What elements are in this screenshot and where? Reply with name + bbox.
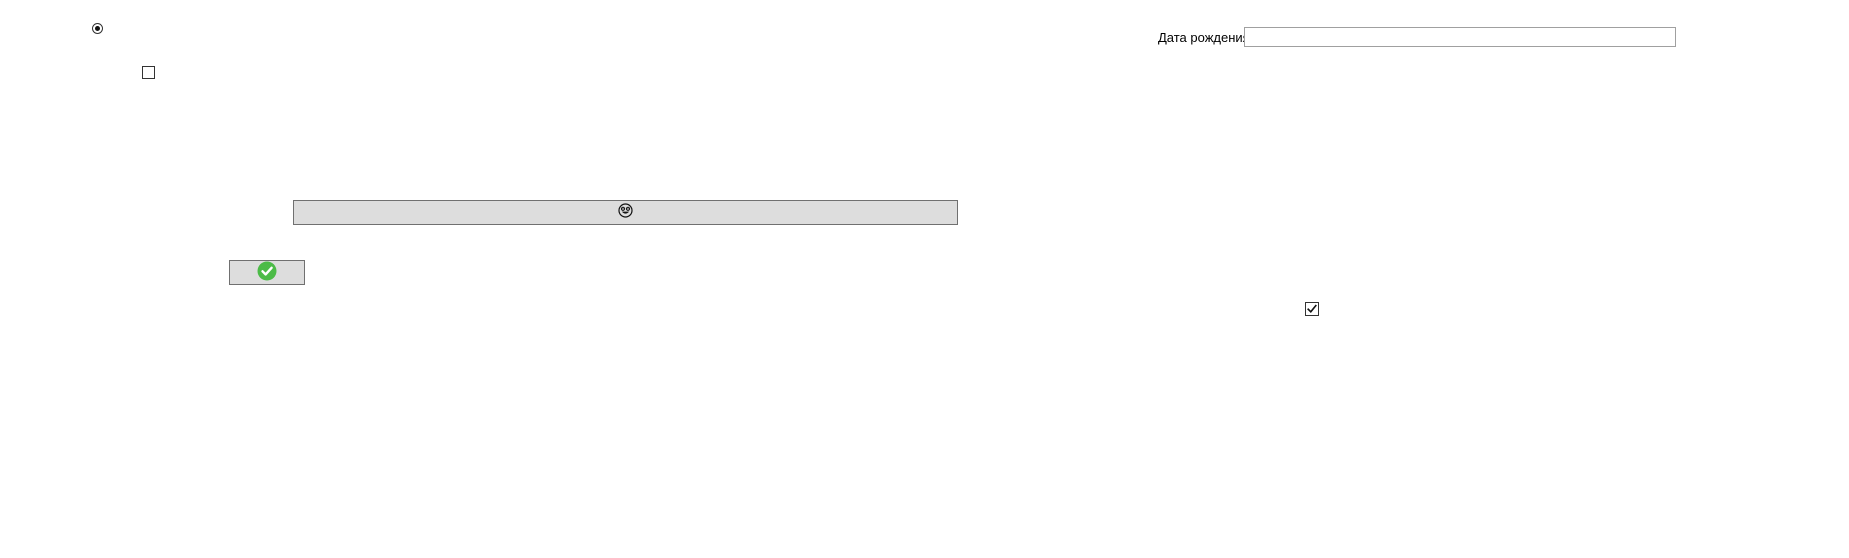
form-canvas: Дата рождения — [0, 0, 1849, 558]
birth-date-label: Дата рождения — [1158, 30, 1250, 45]
radio-button[interactable] — [92, 23, 103, 34]
checkbox-checked[interactable] — [1305, 302, 1319, 316]
radio-selected-dot — [95, 26, 100, 31]
confirm-button[interactable] — [229, 260, 305, 285]
checkmark-icon — [1307, 304, 1317, 313]
emoji-button[interactable] — [293, 200, 958, 225]
green-checkmark-icon — [257, 261, 277, 285]
checkbox-unchecked[interactable] — [142, 66, 155, 79]
birth-date-input[interactable] — [1244, 27, 1676, 47]
smiley-face-icon — [618, 203, 633, 222]
